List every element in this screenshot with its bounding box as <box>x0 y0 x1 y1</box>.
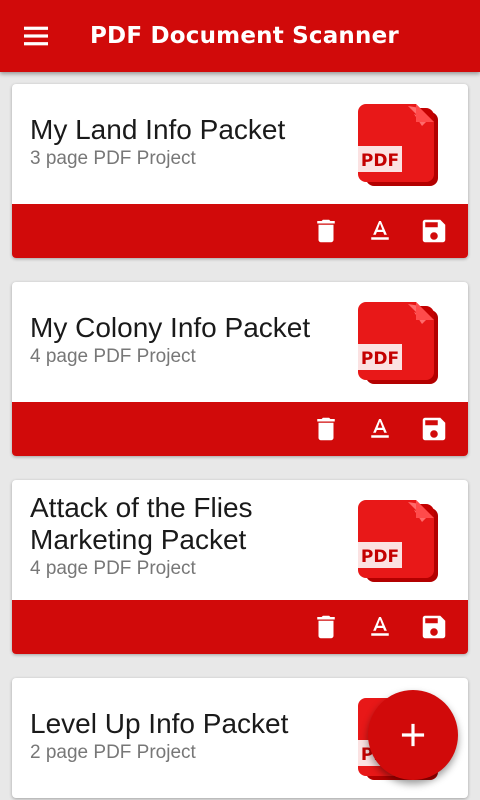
pdf-file-icon: PDF <box>358 302 438 384</box>
rename-button[interactable] <box>362 411 398 447</box>
delete-button[interactable] <box>308 609 344 645</box>
save-button[interactable] <box>416 609 452 645</box>
text-format-icon <box>371 617 389 636</box>
svg-text:PDF: PDF <box>361 151 399 171</box>
project-action-bar <box>12 402 468 456</box>
hamburger-icon <box>24 26 48 46</box>
project-action-bar <box>12 204 468 258</box>
trash-icon <box>317 219 335 243</box>
delete-button[interactable] <box>308 411 344 447</box>
project-card[interactable]: Attack of the Flies Marketing Packet 4 p… <box>12 480 468 654</box>
project-action-bar <box>12 600 468 654</box>
floppy-disk-icon <box>422 417 446 441</box>
save-button[interactable] <box>416 411 452 447</box>
project-card-body[interactable]: My Colony Info Packet 4 page PDF Project… <box>12 282 468 402</box>
trash-icon <box>317 615 335 639</box>
delete-button[interactable] <box>308 213 344 249</box>
text-format-icon <box>371 221 389 240</box>
menu-button[interactable] <box>0 0 72 72</box>
pdf-file-icon: PDF <box>358 500 438 582</box>
plus-icon <box>401 723 425 747</box>
rename-button[interactable] <box>362 213 398 249</box>
project-title: My Colony Info Packet <box>30 312 311 343</box>
project-card[interactable]: My Colony Info Packet 4 page PDF Project… <box>12 282 468 456</box>
project-title: Level Up Info Packet <box>30 708 289 739</box>
project-card[interactable]: My Land Info Packet 3 page PDF Project P… <box>12 84 468 258</box>
rename-button[interactable] <box>362 609 398 645</box>
trash-icon <box>317 417 335 441</box>
project-title: Attack of the Flies Marketing Packet <box>30 492 253 555</box>
app-bar: PDF Document Scanner <box>0 0 480 72</box>
pdf-file-icon: PDF <box>358 104 438 186</box>
text-format-icon <box>371 419 389 438</box>
svg-text:PDF: PDF <box>361 547 399 567</box>
app-title: PDF Document Scanner <box>90 23 399 49</box>
floppy-disk-icon <box>422 615 446 639</box>
project-card-body[interactable]: My Land Info Packet 3 page PDF Project P… <box>12 84 468 204</box>
svg-text:PDF: PDF <box>361 349 399 369</box>
save-button[interactable] <box>416 213 452 249</box>
floppy-disk-icon <box>422 219 446 243</box>
add-project-button[interactable] <box>368 690 458 780</box>
project-title: My Land Info Packet <box>30 114 286 145</box>
project-card-body[interactable]: Attack of the Flies Marketing Packet 4 p… <box>12 480 468 600</box>
